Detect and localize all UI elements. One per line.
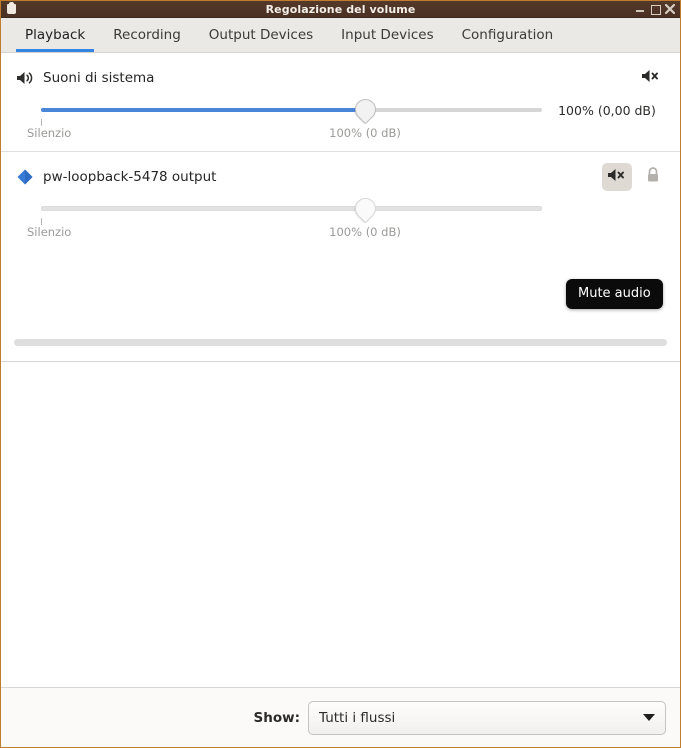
tab-output-devices[interactable]: Output Devices [195,18,327,52]
slider-labels: Silenzio 100% (0 dB) [27,126,542,142]
tooltip-text: Mute audio [578,286,651,301]
slider-base-label: 100% (0 dB) [329,225,401,239]
speaker-icon [15,68,35,88]
tab-configuration[interactable]: Configuration [448,18,568,52]
slider-min-tick [41,218,42,225]
volume-slider[interactable]: Silenzio 100% (0 dB) [27,94,542,142]
mute-button[interactable] [636,64,666,92]
slider-labels: Silenzio 100% (0 dB) [27,225,542,241]
lock-button[interactable] [640,163,666,191]
tab-recording-label: Recording [113,27,181,43]
maximize-icon[interactable] [650,4,661,15]
bottom-bar: Show: Tutti i flussi [1,687,680,747]
diamond-icon [15,167,35,187]
close-icon[interactable] [665,4,675,14]
tab-output-devices-label: Output Devices [208,27,314,43]
scrollbar-thumb[interactable] [14,339,667,346]
slider-track[interactable] [41,108,542,112]
tab-configuration-label: Configuration [461,27,554,43]
slider-handle[interactable] [350,94,380,125]
volume-readout [542,194,666,202]
stream-actions [602,163,666,191]
stream-title: pw-loopback-5478 output [43,169,217,185]
stream-title: Suoni di sistema [43,70,155,86]
tab-recording[interactable]: Recording [99,18,195,52]
stream-header: Suoni di sistema [15,65,666,91]
stream-filter-value: Tutti i flussi [319,709,396,726]
tab-input-devices[interactable]: Input Devices [327,18,447,52]
volume-readout: 100% (0,00 dB) [558,103,656,118]
stream-header: pw-loopback-5478 output [15,163,666,191]
tab-input-devices-label: Input Devices [341,27,434,43]
volume-control-window: Regolazione del volume Playback Recordin… [0,0,681,748]
lock-icon [645,166,661,188]
slider-min-label: Silenzio [27,225,72,239]
minimize-icon[interactable] [635,4,645,14]
speaker-muted-icon [641,68,661,88]
slider-handle[interactable] [350,193,380,224]
stream-filter-dropdown[interactable]: Tutti i flussi [308,700,666,735]
slider-fill [41,108,357,112]
tab-playback[interactable]: Playback [11,18,99,52]
horizontal-scrollbar[interactable] [14,339,667,346]
tab-bar: Playback Recording Output Devices Input … [1,18,680,53]
volume-slider-row: Silenzio 100% (0 dB) 100% (0,00 dB) [15,94,666,142]
slider-track[interactable] [41,206,542,211]
window-title: Regolazione del volume [265,2,416,16]
list-separator [1,361,680,362]
volume-slider[interactable]: Silenzio 100% (0 dB) [27,193,542,241]
speaker-muted-icon [607,167,627,187]
app-icon [7,2,16,14]
volume-slider-row: Silenzio 100% (0 dB) [15,193,666,241]
mute-button[interactable] [602,163,632,191]
slider-base-label: 100% (0 dB) [329,126,401,140]
tab-playback-label: Playback [25,27,86,43]
stream-list: Suoni di sistema Silenzio 100% (0 dB) 10… [1,53,680,687]
stream-row: Suoni di sistema Silenzio 100% (0 dB) 10… [1,53,680,151]
chevron-down-icon [643,714,655,721]
slider-min-tick [41,119,42,126]
title-bar: Regolazione del volume [1,1,680,18]
slider-min-label: Silenzio [27,126,72,140]
tooltip: Mute audio [566,279,663,309]
window-controls [635,4,675,15]
stream-row: pw-loopback-5478 output Silenzio 100% (0… [1,151,680,250]
show-label: Show: [253,709,300,726]
stream-actions [636,64,666,92]
